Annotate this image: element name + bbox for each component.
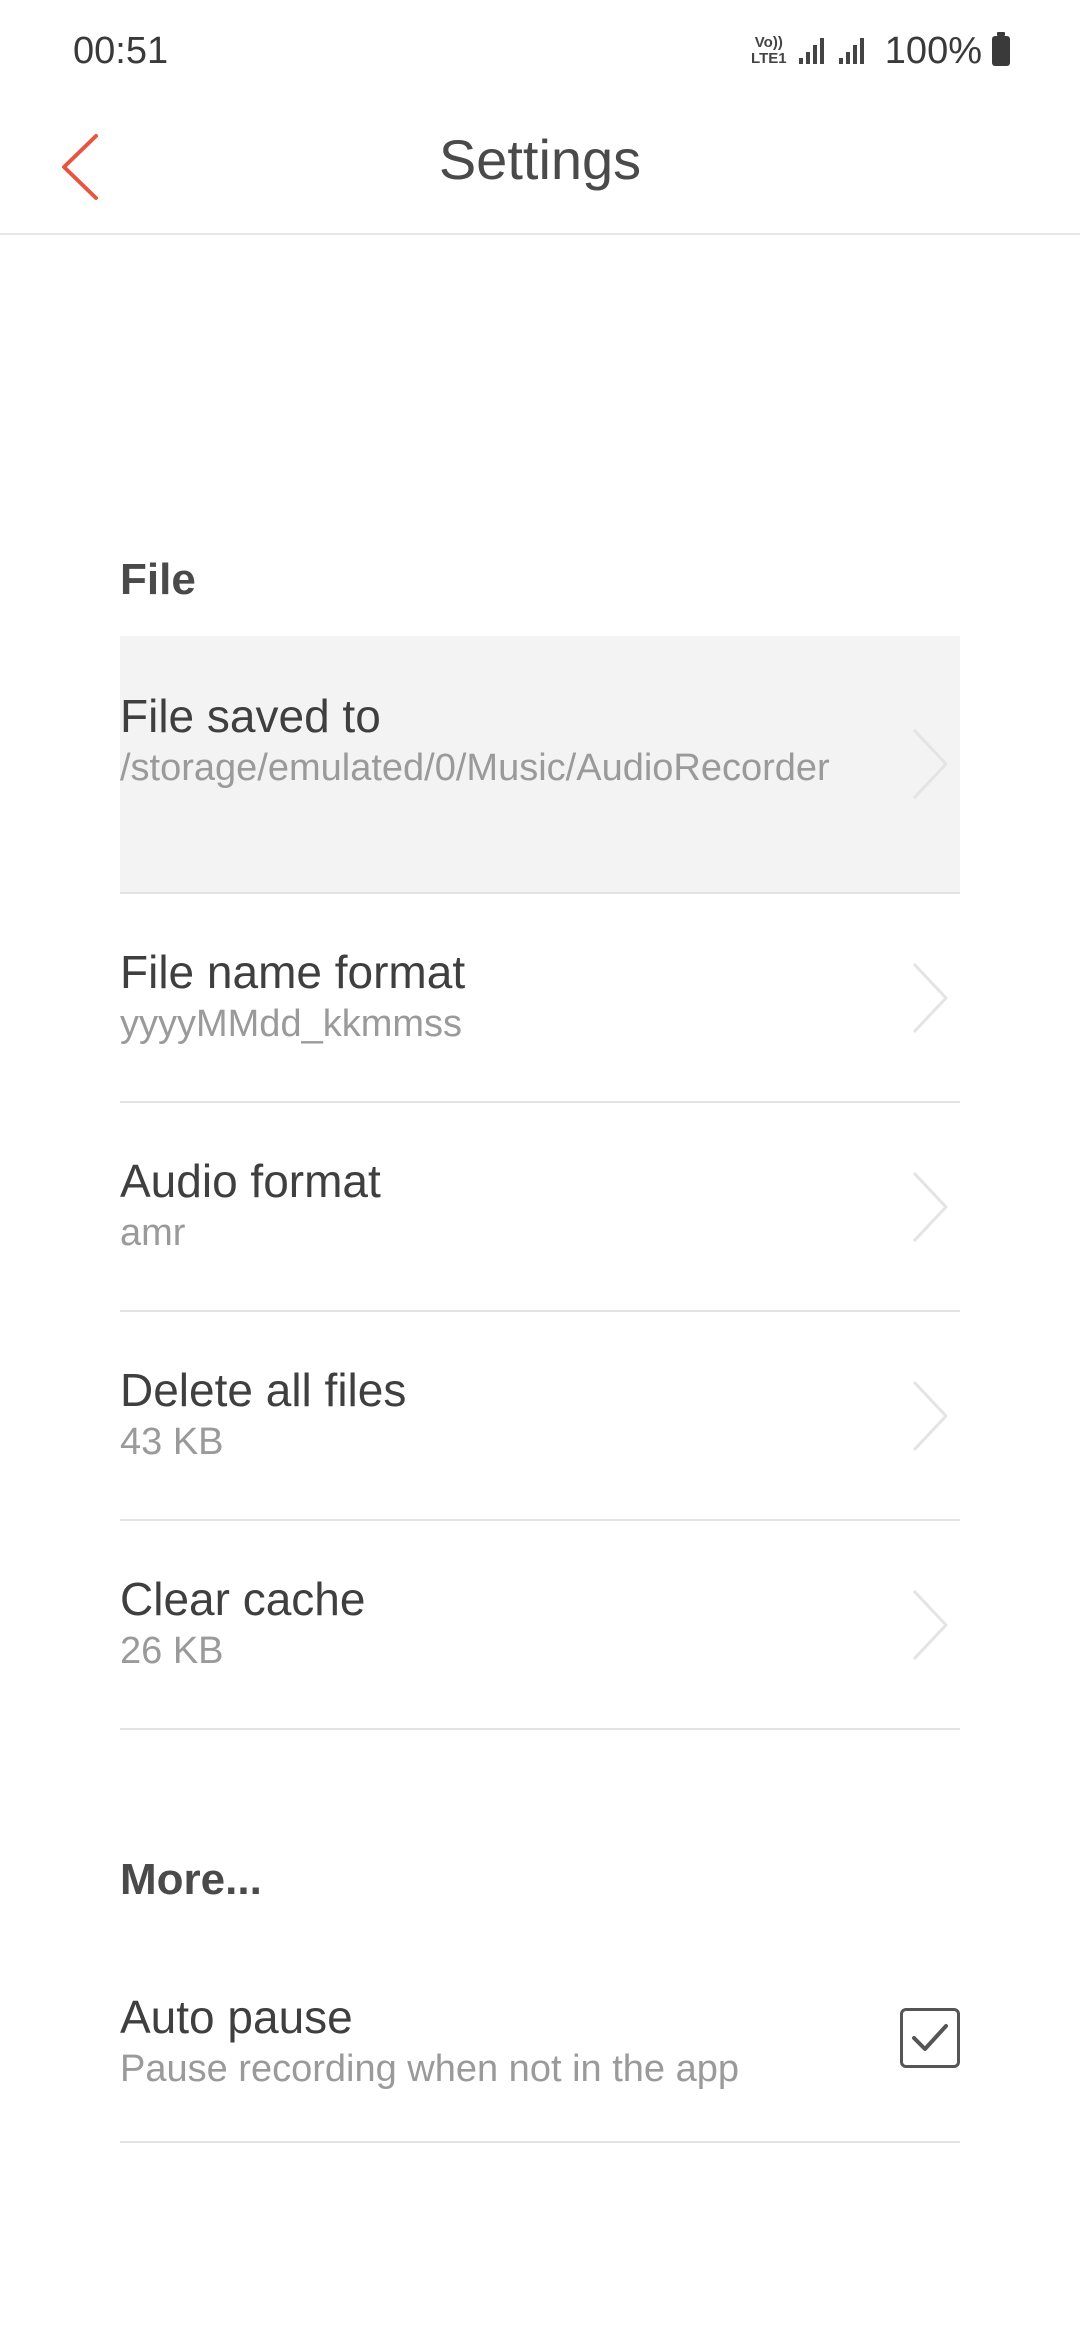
row-title: Auto pause (120, 1991, 353, 2043)
row-value: 43 KB (120, 1421, 224, 1463)
row-title: Delete all files (120, 1364, 407, 1416)
row-value: Pause recording when not in the app (120, 2048, 739, 2090)
chevron-right-icon (912, 1171, 948, 1242)
status-time: 00:51 (73, 30, 169, 72)
row-title: Audio format (120, 1155, 381, 1207)
section-header-file: File (120, 555, 196, 604)
page-title: Settings (438, 128, 642, 191)
row-value: amr (120, 1212, 186, 1254)
row-file-saved-to[interactable]: File saved to /storage/emulated/0/Music/… (120, 636, 960, 894)
row-auto-pause[interactable]: Auto pause Pause recording when not in t… (120, 1935, 960, 2143)
chevron-right-icon (912, 1589, 948, 1660)
row-audio-format[interactable]: Audio format amr (120, 1103, 960, 1312)
row-title: File name format (120, 946, 466, 998)
signal-icon (838, 38, 869, 64)
battery-icon (992, 32, 1010, 66)
status-bar: 00:51 Vo)) LTE1 100% (0, 0, 1080, 105)
app-header: Settings (0, 105, 1080, 235)
checkmark-icon (912, 2024, 948, 2051)
chevron-right-icon (912, 728, 948, 800)
chevron-right-icon (912, 1380, 948, 1451)
row-clear-cache[interactable]: Clear cache 26 KB (120, 1521, 960, 1730)
row-value: 26 KB (120, 1630, 224, 1672)
row-delete-all-files[interactable]: Delete all files 43 KB (120, 1312, 960, 1521)
auto-pause-checkbox[interactable] (900, 2008, 960, 2068)
row-value: /storage/emulated/0/Music/AudioRecorder (120, 747, 830, 789)
row-file-name-format[interactable]: File name format yyyyMMdd_kkmmss (120, 894, 960, 1103)
battery-percent: 100% (884, 29, 982, 72)
row-value: yyyyMMdd_kkmmss (120, 1003, 463, 1045)
signal-icon (798, 38, 829, 64)
row-title: Clear cache (120, 1573, 366, 1625)
row-title: File saved to (120, 690, 381, 742)
status-icons: Vo)) LTE1 100% (749, 28, 1010, 74)
chevron-right-icon (912, 962, 948, 1033)
section-header-more: More... (120, 1855, 262, 1904)
volte-indicator: Vo)) LTE1 (751, 34, 787, 67)
